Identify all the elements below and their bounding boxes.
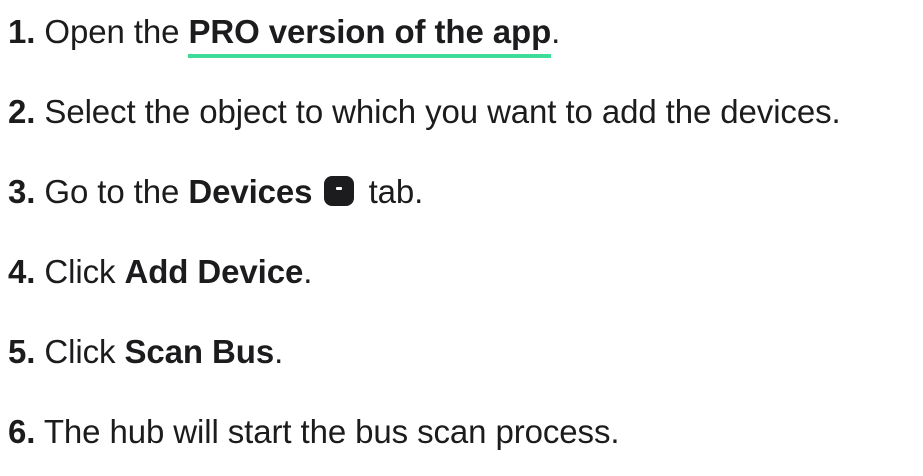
step-6: 6. The hub will start the bus scan proce… bbox=[8, 412, 620, 452]
step-number: 5. bbox=[8, 333, 36, 370]
step-5: 5. Click Scan Bus. bbox=[8, 332, 283, 372]
step-text: Go to the bbox=[44, 173, 189, 210]
scan-bus-label: Scan Bus bbox=[124, 333, 275, 370]
instruction-steps: 1. Open the PRO version of the app. 2. S… bbox=[0, 0, 923, 476]
step-text: . bbox=[551, 13, 561, 50]
step-number: 3. bbox=[8, 173, 36, 210]
step-text: Open the bbox=[44, 13, 189, 50]
pro-app-link[interactable]: PRO version of the app bbox=[188, 13, 551, 58]
step-4: 4. Click Add Device. bbox=[8, 252, 312, 292]
step-text: Select the object to which you want to a… bbox=[44, 93, 841, 130]
step-1: 1. Open the PRO version of the app. bbox=[8, 12, 561, 58]
step-3: 3. Go to the Devices tab. bbox=[8, 172, 423, 212]
step-number: 6. bbox=[8, 413, 36, 450]
step-text: . bbox=[274, 333, 284, 370]
step-number: 1. bbox=[8, 13, 36, 50]
step-text: Click bbox=[44, 333, 125, 370]
step-number: 4. bbox=[8, 253, 36, 290]
devices-tab-label: Devices bbox=[188, 173, 313, 210]
step-text: tab. bbox=[359, 173, 424, 210]
step-text: Click bbox=[44, 253, 125, 290]
devices-tab-icon bbox=[323, 176, 354, 206]
step-text: . bbox=[303, 253, 313, 290]
add-device-label: Add Device bbox=[124, 253, 304, 290]
step-text: The hub will start the bus scan process. bbox=[43, 413, 620, 450]
step-number: 2. bbox=[8, 93, 36, 130]
step-2: 2. Select the object to which you want t… bbox=[8, 92, 841, 132]
